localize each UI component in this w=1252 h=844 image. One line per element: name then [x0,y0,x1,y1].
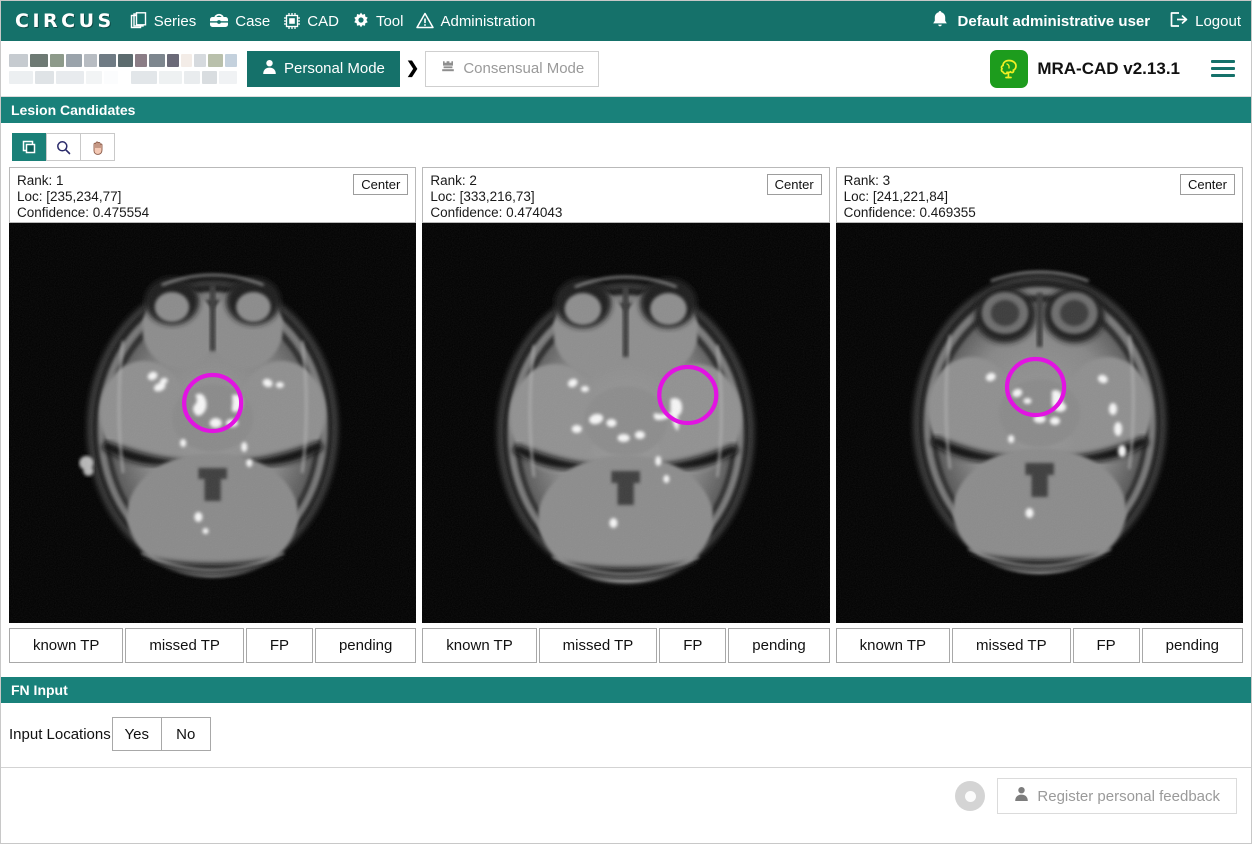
input-locations-yes-button[interactable]: Yes [111,717,162,751]
warning-triangle-icon [415,11,435,31]
user-icon [262,59,277,79]
mode-selection-bar: Personal Mode ❯ Consensual Mode MRA-CAD … [1,41,1251,97]
image-toolbar [1,123,1251,167]
progress-indicator [955,781,986,811]
label-button-row: known TP missed TP FP pending [835,628,1243,663]
patient-info-redacted [9,48,238,90]
bell-icon [930,9,950,34]
mri-axial-slice [422,223,830,623]
personal-mode-label: Personal Mode [284,60,385,77]
magnifier-icon[interactable] [46,133,81,161]
label-button-row: known TP missed TP FP pending [9,628,417,663]
application-badge: MRA-CAD v2.13.1 [990,49,1241,88]
label-pending-button[interactable]: pending [728,628,830,663]
label-missed-tp-button[interactable]: missed TP [952,628,1071,663]
mri-axial-slice [835,223,1243,623]
candidate-card: Rank: 3 Loc: [241,221,84] Confidence: 0.… [835,167,1243,663]
personal-mode-button[interactable]: Personal Mode [247,50,400,87]
logout-icon [1168,10,1189,33]
candidate-card-list: Rank: 1 Loc: [235,234,77] Confidence: 0.… [1,167,1251,663]
label-known-tp-button[interactable]: known TP [9,628,124,663]
label-missed-tp-button[interactable]: missed TP [538,628,658,663]
mode-toggle-group: Personal Mode ❯ Consensual Mode [247,50,600,87]
nav-item-cad[interactable]: CAD [282,11,339,31]
center-button[interactable]: Center [353,174,409,195]
logout-label: Logout [1195,12,1241,30]
nav-label-tool: Tool [375,12,404,30]
input-locations-label: Input Locations [9,725,111,743]
candidate-header: Rank: 3 Loc: [241,221,84] Confidence: 0.… [835,167,1243,223]
chip-icon [282,11,302,31]
center-button[interactable]: Center [766,174,822,195]
consensual-mode-label: Consensual Mode [463,60,585,77]
label-button-row: known TP missed TP FP pending [422,628,830,663]
candidate-location: Loc: [333,216,73] [430,189,535,204]
candidate-location: Loc: [235,234,77] [17,189,122,204]
pan-hand-icon[interactable] [80,133,115,161]
nav-label-cad: CAD [307,12,339,30]
application-name: MRA-CAD v2.13.1 [1037,58,1180,78]
label-pending-button[interactable]: pending [315,628,417,663]
candidate-rank: Rank: 3 [843,173,891,188]
nav-label-case: Case [235,12,271,30]
window-level-icon[interactable] [12,133,47,161]
fn-input-section: FN Input Input Locations Yes No [1,677,1251,767]
candidate-header: Rank: 1 Loc: [235,234,77] Confidence: 0.… [9,167,417,223]
brain-icon [990,49,1029,88]
nav-label-series: Series [153,12,197,30]
nav-item-administration[interactable]: Administration [415,11,536,31]
label-known-tp-button[interactable]: known TP [422,628,537,663]
candidate-card: Rank: 1 Loc: [235,234,77] Confidence: 0.… [9,167,417,663]
logout-button[interactable]: Logout [1168,10,1241,33]
candidate-confidence: Confidence: 0.474043 [430,205,563,220]
briefcase-icon [208,11,230,31]
candidate-header: Rank: 2 Loc: [333,216,73] Confidence: 0.… [422,167,830,223]
candidate-rank: Rank: 2 [430,173,477,188]
input-locations-no-button[interactable]: No [160,717,211,751]
label-missed-tp-button[interactable]: missed TP [125,628,244,663]
register-button-label: Register personal feedback [1037,787,1220,805]
circus-logo: CIRCUS [15,10,115,32]
label-fp-button[interactable]: FP [1072,628,1140,663]
hamburger-icon[interactable] [1211,60,1235,77]
mri-slice-viewport[interactable] [422,223,830,623]
nav-label-administration: Administration [440,12,536,30]
lesion-candidates-header: Lesion Candidates [1,97,1251,123]
current-user[interactable]: Default administrative user [930,9,1151,34]
user-icon [1014,786,1029,806]
candidate-card: Rank: 2 Loc: [333,216,73] Confidence: 0.… [422,167,830,663]
mri-slice-viewport[interactable] [9,223,417,623]
fn-input-header: FN Input [1,677,1251,703]
mri-axial-slice [9,223,417,623]
nav-item-case[interactable]: Case [208,11,270,31]
group-icon [440,59,456,79]
user-name-label: Default administrative user [957,12,1151,30]
pages-icon [129,11,149,31]
patient-info-line-1 [9,53,237,67]
gear-icon [351,11,371,31]
candidate-confidence: Confidence: 0.475554 [17,205,150,220]
nav-item-series[interactable]: Series [129,11,197,31]
label-fp-button[interactable]: FP [245,628,313,663]
mri-slice-viewport[interactable] [835,223,1243,623]
candidate-rank: Rank: 1 [17,173,64,188]
center-button[interactable]: Center [1179,174,1235,195]
patient-info-line-2 [9,70,238,84]
label-known-tp-button[interactable]: known TP [835,628,951,663]
label-pending-button[interactable]: pending [1141,628,1243,663]
fn-input-row: Input Locations Yes No [1,703,1251,767]
fn-input-title: FN Input [11,682,68,698]
label-fp-button[interactable]: FP [659,628,727,663]
mode-arrow-icon: ❯ [405,59,420,77]
mra-cad-application: CIRCUS Series Case CAD Tool Administrati… [0,0,1252,844]
action-footer: Register personal feedback [1,768,1251,824]
register-personal-feedback-button[interactable]: Register personal feedback [997,778,1237,814]
candidate-location: Loc: [241,221,84] [843,189,948,204]
nav-item-tool[interactable]: Tool [351,11,404,31]
top-navigation-bar: CIRCUS Series Case CAD Tool Administrati… [1,1,1251,41]
candidate-confidence: Confidence: 0.469355 [843,205,976,220]
consensual-mode-button[interactable]: Consensual Mode [425,50,600,87]
lesion-candidates-title: Lesion Candidates [11,102,136,118]
